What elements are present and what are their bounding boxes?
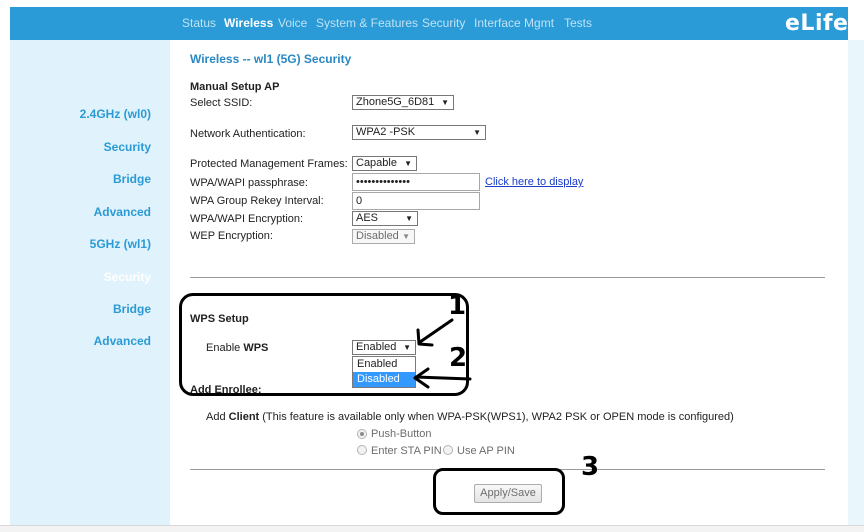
top-nav-bar: Status Wireless Voice System & Features … <box>10 7 848 40</box>
sidebar-item-2-4ghz[interactable]: 2.4GHz (wl0) <box>80 107 151 121</box>
radio-ap-pin[interactable] <box>443 445 453 455</box>
sidebar-item-bridge-2-4ghz[interactable]: Bridge <box>113 172 151 186</box>
pmf-label: Protected Management Frames: <box>190 158 348 170</box>
nav-security[interactable]: Security <box>422 16 465 30</box>
pmf-value: Capable <box>356 157 397 169</box>
chevron-down-icon: ▼ <box>404 159 412 168</box>
elife-logo: eLife <box>785 11 849 36</box>
radio-sta-pin[interactable] <box>357 445 367 455</box>
sidebar: 2.4GHz (wl0) Security Bridge Advanced 5G… <box>10 40 170 526</box>
wep-select: Disabled ▼ <box>352 229 415 244</box>
select-ssid-label: Select SSID: <box>190 97 253 109</box>
show-passphrase-link[interactable]: Click here to display <box>485 176 583 188</box>
network-auth-select[interactable]: WPA2 -PSK ▼ <box>352 125 486 140</box>
add-client-note: Add Client (This feature is available on… <box>206 411 734 423</box>
section-title: Manual Setup AP <box>190 81 280 93</box>
radio-push-button-label: Push-Button <box>371 428 432 440</box>
annotation-number-1: 1 <box>448 291 467 321</box>
wep-label: WEP Encryption: <box>190 230 273 242</box>
chevron-down-icon: ▼ <box>441 98 449 107</box>
encryption-select[interactable]: AES ▼ <box>352 211 418 226</box>
annotation-number-3: 3 <box>581 452 600 482</box>
nav-system-features[interactable]: System & Features <box>316 16 418 30</box>
add-client-prefix: Add <box>206 411 229 423</box>
encryption-label: WPA/WAPI Encryption: <box>190 213 304 225</box>
network-auth-value: WPA2 -PSK <box>356 126 416 138</box>
ssid-select-value: Zhone5G_6D81 <box>356 96 435 108</box>
chevron-down-icon: ▼ <box>473 128 481 137</box>
rekey-label: WPA Group Rekey Interval: <box>190 195 324 207</box>
chevron-down-icon: ▼ <box>405 214 413 223</box>
add-client-bold: Client <box>228 411 260 423</box>
nav-interface-mgmt[interactable]: Interface Mgmt <box>474 16 554 30</box>
encryption-value: AES <box>356 212 379 224</box>
add-client-note-text: (This feature is available only when WPA… <box>259 411 734 423</box>
annotation-number-2: 2 <box>449 343 468 373</box>
wep-value: Disabled <box>356 230 399 242</box>
nav-status[interactable]: Status <box>182 16 216 30</box>
passphrase-label: WPA/WAPI passphrase: <box>190 177 308 189</box>
rekey-interval-input[interactable]: 0 <box>352 192 480 210</box>
sidebar-item-security-2-4ghz[interactable]: Security <box>104 140 151 154</box>
radio-ap-pin-label: Use AP PIN <box>457 445 515 457</box>
nav-tests[interactable]: Tests <box>564 16 592 30</box>
page-title: Wireless -- wl1 (5G) Security <box>190 52 352 66</box>
right-margin-strip <box>848 40 864 526</box>
nav-wireless[interactable]: Wireless <box>224 16 273 30</box>
chevron-down-icon: ▼ <box>402 232 410 241</box>
sidebar-item-security-5ghz[interactable]: Security <box>104 270 151 284</box>
sidebar-item-5ghz[interactable]: 5GHz (wl1) <box>90 237 151 251</box>
annotation-box-apply <box>433 468 565 515</box>
radio-sta-pin-label: Enter STA PIN <box>371 445 442 457</box>
sidebar-item-bridge-5ghz[interactable]: Bridge <box>113 302 151 316</box>
annotation-box-wps <box>179 293 469 396</box>
pmf-select[interactable]: Capable ▼ <box>352 156 417 171</box>
ssid-select[interactable]: Zhone5G_6D81 ▼ <box>352 95 454 110</box>
sidebar-item-advanced-2-4ghz[interactable]: Advanced <box>94 205 151 219</box>
network-auth-label: Network Authentication: <box>190 128 306 140</box>
radio-push-button[interactable] <box>357 429 367 439</box>
divider <box>190 277 825 278</box>
passphrase-input[interactable]: •••••••••••••• <box>352 173 480 191</box>
nav-voice[interactable]: Voice <box>278 16 307 30</box>
sidebar-item-advanced-5ghz[interactable]: Advanced <box>94 334 151 348</box>
